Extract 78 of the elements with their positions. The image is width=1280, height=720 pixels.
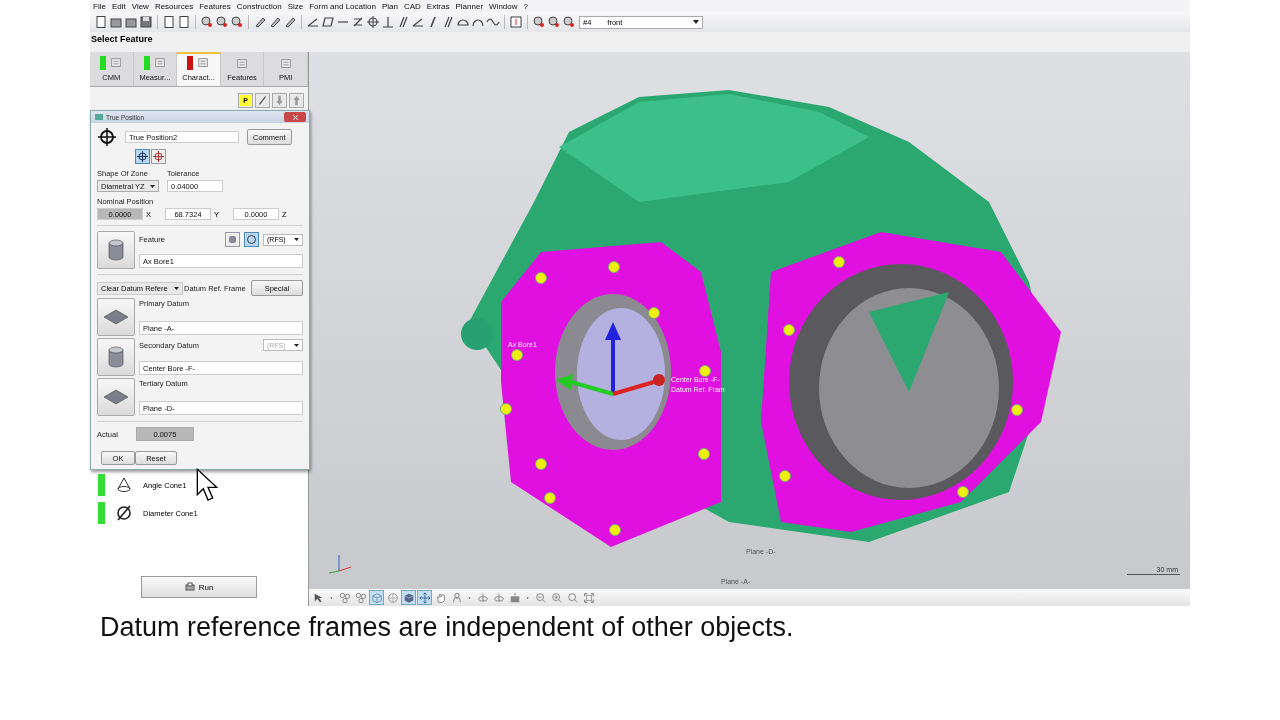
menu-item[interactable]: Edit xyxy=(111,1,126,11)
position-icon[interactable] xyxy=(366,15,380,29)
menu-item[interactable]: Resources xyxy=(154,1,194,11)
tool-icon[interactable] xyxy=(253,15,267,29)
zone-toggle[interactable] xyxy=(135,149,150,164)
menu-item[interactable]: Window xyxy=(489,1,518,11)
menu-item[interactable]: CAD xyxy=(403,1,421,11)
zoom-icon xyxy=(566,591,579,604)
datum-button[interactable] xyxy=(97,378,135,416)
menu-item[interactable]: View xyxy=(131,1,149,11)
view-tool-button[interactable] xyxy=(353,590,368,605)
menu-item[interactable]: Plan xyxy=(381,1,398,11)
close-icon xyxy=(292,114,298,120)
tab-icon xyxy=(197,57,210,69)
menu-item[interactable]: Planner xyxy=(455,1,484,11)
modifier-toggle[interactable] xyxy=(244,232,259,247)
pencil-icon[interactable] xyxy=(255,93,270,108)
menu-item[interactable]: Extras xyxy=(426,1,450,11)
zone-toggle[interactable] xyxy=(151,149,166,164)
probe-icon[interactable] xyxy=(562,15,576,29)
view-tool-button[interactable] xyxy=(401,590,416,605)
menu-item[interactable]: ? xyxy=(523,1,528,11)
zoom-out-icon xyxy=(534,591,547,604)
caret-icon xyxy=(150,184,155,188)
report-icon[interactable] xyxy=(177,15,191,29)
menu-item[interactable]: Size xyxy=(287,1,304,11)
fit-view-icon xyxy=(582,591,595,604)
menu-item[interactable]: Form and Location xyxy=(309,1,376,11)
modifier-toggle[interactable] xyxy=(225,232,240,247)
view-tool-button[interactable] xyxy=(417,590,432,605)
zoom-in-icon xyxy=(550,591,563,604)
frame-icon[interactable] xyxy=(509,15,523,29)
probe-icon[interactable] xyxy=(230,15,244,29)
rotate-icon xyxy=(476,591,489,604)
feature-button[interactable] xyxy=(97,231,135,269)
cone-icon xyxy=(115,476,133,494)
circles-icon xyxy=(354,591,367,604)
wireframe-cube-icon xyxy=(370,591,383,604)
caret-icon xyxy=(294,343,299,347)
camera-icon xyxy=(508,591,521,604)
position-icon xyxy=(97,127,117,147)
probe-icon[interactable] xyxy=(532,15,546,29)
tab-icon xyxy=(279,58,292,70)
tool-icon[interactable] xyxy=(268,15,282,29)
caret-icon xyxy=(294,238,299,241)
sphere-icon xyxy=(386,591,399,604)
tab-icon xyxy=(236,58,249,70)
tab-icon xyxy=(153,57,166,69)
window-icon xyxy=(95,114,103,120)
parallelogram-icon[interactable] xyxy=(321,15,335,29)
menu-item[interactable]: Features xyxy=(199,1,231,11)
save-icon[interactable] xyxy=(139,15,153,29)
solid-cube-icon xyxy=(402,591,415,604)
view-tool-button[interactable] xyxy=(581,590,596,605)
person-icon xyxy=(450,591,463,604)
diameter-icon xyxy=(115,504,133,522)
run-button[interactable]: Run xyxy=(141,576,257,598)
new-file-icon[interactable] xyxy=(94,15,108,29)
move-icon xyxy=(418,591,431,604)
caret-icon xyxy=(693,20,699,24)
menu-item[interactable]: Construction xyxy=(236,1,282,11)
tool-icon[interactable] xyxy=(283,15,297,29)
rotate-icon xyxy=(492,591,505,604)
datum-button[interactable] xyxy=(97,338,135,376)
tab-icon xyxy=(110,57,123,69)
hand-icon xyxy=(434,591,447,604)
parallel-icon[interactable] xyxy=(396,15,410,29)
menu-item[interactable]: File xyxy=(93,1,106,11)
close-button[interactable] xyxy=(284,112,306,122)
probe-icon[interactable] xyxy=(200,15,214,29)
probe-icon[interactable] xyxy=(547,15,561,29)
caption-text: Datum reference frames are independent of other objects. xyxy=(100,612,794,643)
circles-icon xyxy=(338,591,351,604)
datum-button[interactable] xyxy=(97,298,135,336)
view-tool-button[interactable] xyxy=(337,590,352,605)
pointer-icon xyxy=(312,591,325,604)
caret-icon xyxy=(174,286,179,290)
probe-icon[interactable] xyxy=(215,15,229,29)
